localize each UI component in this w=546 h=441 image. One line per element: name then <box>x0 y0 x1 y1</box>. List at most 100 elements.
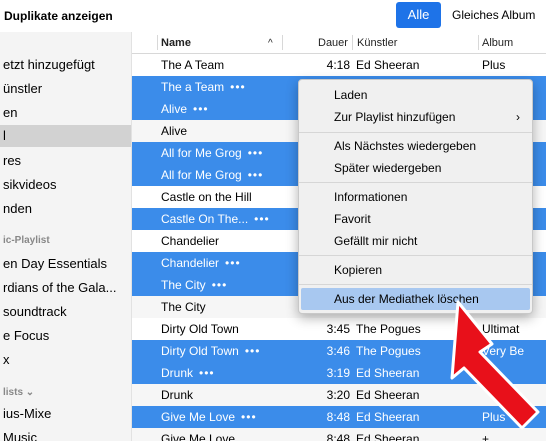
song-title-cell-text: Chandelier <box>161 234 220 248</box>
column-separator <box>478 35 479 50</box>
playlist-seven-day-essentials[interactable]: en Day Essentials <box>0 253 131 275</box>
section-playlists[interactable]: lists ⌄ <box>3 387 34 398</box>
artist-cell-text: Ed Sheeran <box>356 366 420 380</box>
song-title-cell: The City ••• <box>161 274 311 296</box>
table-header: Name ^ Dauer Künstler Album <box>132 32 546 54</box>
playlist-label: rdians of the Gala... <box>3 280 117 295</box>
song-title-cell-text: Castle On The... <box>161 212 249 226</box>
more-dots-icon[interactable]: ••• <box>241 410 257 424</box>
duration-cell-text: 3:20 <box>326 388 350 402</box>
more-dots-icon[interactable]: ••• <box>230 80 246 94</box>
menu-item-copy[interactable]: Kopieren <box>299 259 532 281</box>
duration-cell-text: 3:19 <box>326 366 350 380</box>
menu-item-label: Gefällt mir nicht <box>334 234 418 248</box>
sidebar-item-songs[interactable]: l <box>0 125 131 147</box>
menu-item-add-to-playlist[interactable]: Zur Playlist hinzufügen › <box>299 106 532 128</box>
song-title-cell: Give Me Love ••• <box>161 406 311 428</box>
all-button[interactable]: Alle <box>396 2 441 28</box>
section-music-playlists: ic-Playlist <box>3 235 50 246</box>
song-title-cell: Dirty Old Town <box>161 318 311 340</box>
song-title-cell: Give Me Love <box>161 428 311 441</box>
playlist-genius-mixes[interactable]: ius-Mixe <box>0 403 131 425</box>
song-title-cell-text: Dirty Old Town <box>161 322 239 336</box>
toolbar: Duplikate anzeigen Alle Gleiches Album <box>0 0 546 32</box>
sidebar-item-genres[interactable]: res <box>0 150 131 172</box>
sidebar-item-recently-added[interactable]: etzt hinzugefügt <box>0 54 131 76</box>
menu-item-label: Später wiedergeben <box>334 161 442 175</box>
song-title-cell-text: All for Me Grog <box>161 146 242 160</box>
song-title-cell-text: Give Me Love <box>161 410 236 424</box>
duration-cell: 3:46 <box>312 340 350 362</box>
playlist-label: en Day Essentials <box>3 256 108 271</box>
menu-item-label: Kopieren <box>334 263 383 277</box>
menu-item-info[interactable]: Informationen <box>299 186 532 208</box>
playlist-focus[interactable]: e Focus <box>0 325 131 347</box>
menu-item-load[interactable]: Laden <box>299 84 532 106</box>
song-title-cell: Drunk <box>161 384 311 406</box>
duration-cell-text: 3:45 <box>326 322 350 336</box>
table-row[interactable]: The A Team 4:18 Ed Sheeran Plus <box>132 54 546 76</box>
playlist-label: Music <box>3 430 37 441</box>
album-cell: Plus <box>482 54 546 76</box>
artist-cell-text: Ed Sheeran <box>356 410 420 424</box>
column-header-artist[interactable]: Künstler <box>357 37 397 49</box>
more-dots-icon[interactable]: ••• <box>199 366 215 380</box>
song-title-cell-text: Chandelier <box>161 256 220 270</box>
sidebar-item-artists[interactable]: ünstler <box>0 78 131 100</box>
menu-separator <box>299 182 532 183</box>
menu-item-play-later[interactable]: Später wiedergeben <box>299 157 532 179</box>
song-title-cell: Alive <box>161 120 311 142</box>
duration-cell: 8:48 <box>312 406 350 428</box>
column-header-name[interactable]: Name <box>161 37 191 49</box>
song-title-cell-text: Alive <box>161 124 188 138</box>
playlist-music[interactable]: Music <box>0 427 131 441</box>
red-arrow-icon <box>450 300 540 430</box>
menu-item-play-next[interactable]: Als Nächstes wiedergeben <box>299 135 532 157</box>
duration-cell-text: 8:48 <box>326 410 350 424</box>
song-title-cell-text: Dirty Old Town <box>161 344 239 358</box>
sidebar-item-label: ünstler <box>3 81 43 96</box>
more-dots-icon[interactable]: ••• <box>248 168 264 182</box>
menu-item-favorite[interactable]: Favorit <box>299 208 532 230</box>
duration-cell: 3:19 <box>312 362 350 384</box>
menu-separator <box>299 284 532 285</box>
column-separator <box>282 35 283 50</box>
more-dots-icon[interactable]: ••• <box>245 344 261 358</box>
sidebar: etzt hinzugefügt ünstler en l res sikvid… <box>0 32 132 441</box>
more-dots-icon[interactable]: ••• <box>212 278 228 292</box>
playlist-mix[interactable]: x <box>0 349 131 371</box>
more-dots-icon[interactable]: ••• <box>193 102 209 116</box>
menu-item-label: Informationen <box>334 190 408 204</box>
column-header-album[interactable]: Album <box>482 37 513 49</box>
duration-cell: 8:48 <box>312 428 350 441</box>
song-title-cell-text: All for Me Grog <box>161 168 242 182</box>
menu-item-dislike[interactable]: Gefällt mir nicht <box>299 230 532 252</box>
same-album-button[interactable]: Gleiches Album <box>452 8 535 22</box>
more-dots-icon[interactable]: ••• <box>225 256 241 270</box>
sidebar-item-label: sikvideos <box>3 177 57 192</box>
column-header-duration[interactable]: Dauer <box>318 37 348 49</box>
song-title-cell-text: Alive <box>161 102 188 116</box>
duration-cell-text: 3:46 <box>326 344 350 358</box>
context-menu: Laden Zur Playlist hinzufügen › Als Nächs… <box>298 79 533 314</box>
playlist-soundtrack[interactable]: soundtrack <box>0 301 131 323</box>
song-title-cell: The a Team ••• <box>161 76 311 98</box>
sidebar-item-label: en <box>3 105 18 120</box>
sort-ascending-icon[interactable]: ^ <box>268 38 273 49</box>
more-dots-icon[interactable]: ••• <box>248 146 264 160</box>
sidebar-item-downloads[interactable]: nden <box>0 198 131 220</box>
more-dots-icon[interactable]: ••• <box>254 212 270 226</box>
artist-cell-text: Ed Sheeran <box>356 58 420 72</box>
song-title-cell-text: Give Me Love <box>161 432 236 441</box>
song-title-cell: The City <box>161 296 311 318</box>
playlist-guardians[interactable]: rdians of the Gala... <box>0 277 131 299</box>
playlist-label: x <box>3 352 10 367</box>
menu-separator <box>299 255 532 256</box>
song-title-cell: Dirty Old Town ••• <box>161 340 311 362</box>
duration-cell: 4:18 <box>312 54 350 76</box>
sidebar-item-albums[interactable]: en <box>0 102 131 124</box>
menu-separator <box>299 132 532 133</box>
menu-item-label: Zur Playlist hinzufügen <box>334 110 456 124</box>
sidebar-item-music-videos[interactable]: sikvideos <box>0 174 131 196</box>
album-cell-text: Plus <box>482 58 506 72</box>
